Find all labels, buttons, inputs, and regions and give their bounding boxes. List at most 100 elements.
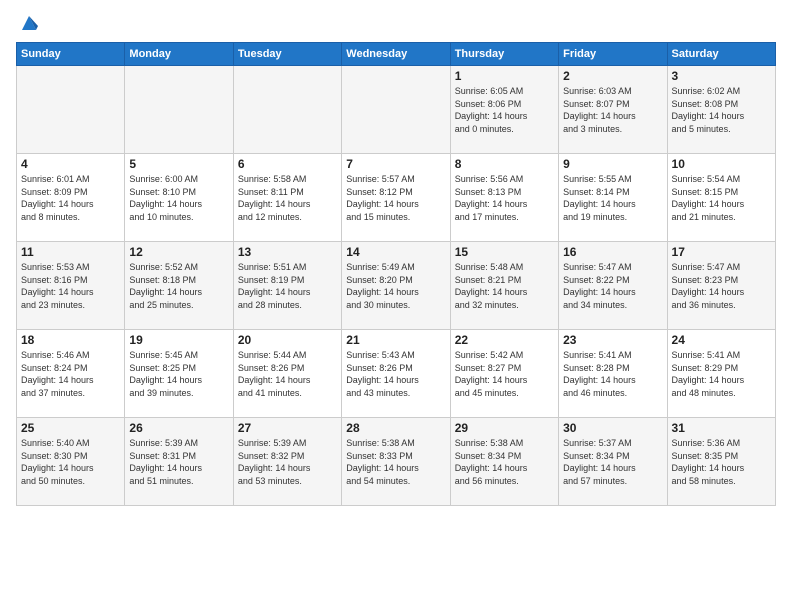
day-info: Sunrise: 5:48 AM Sunset: 8:21 PM Dayligh… xyxy=(455,261,554,311)
day-info: Sunrise: 5:38 AM Sunset: 8:33 PM Dayligh… xyxy=(346,437,445,487)
calendar-week-row: 18 Sunrise: 5:46 AM Sunset: 8:24 PM Dayli… xyxy=(17,330,776,418)
day-number: 1 xyxy=(455,69,554,83)
day-info: Sunrise: 5:44 AM Sunset: 8:26 PM Dayligh… xyxy=(238,349,337,399)
day-number: 7 xyxy=(346,157,445,171)
table-row: 13 Sunrise: 5:51 AM Sunset: 8:19 PM Dayli… xyxy=(233,242,341,330)
day-number: 24 xyxy=(672,333,771,347)
table-row: 5 Sunrise: 6:00 AM Sunset: 8:10 PM Daylig… xyxy=(125,154,233,242)
table-row: 8Sunrise: 5:56 AM Sunset: 8:13 PM Daylig… xyxy=(450,154,558,242)
day-info: Sunrise: 5:55 AM Sunset: 8:14 PM Dayligh… xyxy=(563,173,662,223)
table-row: 24 Sunrise: 5:41 AM Sunset: 8:29 PM Dayli… xyxy=(667,330,775,418)
day-number: 10 xyxy=(672,157,771,171)
table-row: 23 Sunrise: 5:41 AM Sunset: 8:28 PM Dayli… xyxy=(559,330,667,418)
day-number: 4 xyxy=(21,157,120,171)
day-info: Sunrise: 5:43 AM Sunset: 8:26 PM Dayligh… xyxy=(346,349,445,399)
day-info: Sunrise: 5:49 AM Sunset: 8:20 PM Dayligh… xyxy=(346,261,445,311)
day-number: 5 xyxy=(129,157,228,171)
table-row: 14 Sunrise: 5:49 AM Sunset: 8:20 PM Dayli… xyxy=(342,242,450,330)
page: Sunday Monday Tuesday Wednesday Thursday… xyxy=(0,0,792,612)
day-info: Sunrise: 5:45 AM Sunset: 8:25 PM Dayligh… xyxy=(129,349,228,399)
day-number: 17 xyxy=(672,245,771,259)
table-row: 28 Sunrise: 5:38 AM Sunset: 8:33 PM Dayli… xyxy=(342,418,450,506)
day-number: 21 xyxy=(346,333,445,347)
logo-icon xyxy=(18,12,40,34)
day-info: Sunrise: 5:51 AM Sunset: 8:19 PM Dayligh… xyxy=(238,261,337,311)
day-number: 8 xyxy=(455,157,554,171)
day-number: 11 xyxy=(21,245,120,259)
day-number: 14 xyxy=(346,245,445,259)
table-row: 2 Sunrise: 6:03 AM Sunset: 8:07 PM Daylig… xyxy=(559,66,667,154)
table-row: 15 Sunrise: 5:48 AM Sunset: 8:21 PM Dayli… xyxy=(450,242,558,330)
col-monday: Monday xyxy=(125,43,233,66)
col-tuesday: Tuesday xyxy=(233,43,341,66)
table-row: 27 Sunrise: 5:39 AM Sunset: 8:32 PM Dayli… xyxy=(233,418,341,506)
day-info: Sunrise: 5:41 AM Sunset: 8:29 PM Dayligh… xyxy=(672,349,771,399)
col-friday: Friday xyxy=(559,43,667,66)
day-info: Sunrise: 6:01 AM Sunset: 8:09 PM Dayligh… xyxy=(21,173,120,223)
day-number: 13 xyxy=(238,245,337,259)
calendar-table: Sunday Monday Tuesday Wednesday Thursday… xyxy=(16,42,776,506)
day-info: Sunrise: 5:46 AM Sunset: 8:24 PM Dayligh… xyxy=(21,349,120,399)
day-info: Sunrise: 5:40 AM Sunset: 8:30 PM Dayligh… xyxy=(21,437,120,487)
calendar-week-row: 1 Sunrise: 6:05 AM Sunset: 8:06 PM Daylig… xyxy=(17,66,776,154)
calendar-week-row: 4 Sunrise: 6:01 AM Sunset: 8:09 PM Daylig… xyxy=(17,154,776,242)
day-number: 19 xyxy=(129,333,228,347)
day-info: Sunrise: 5:36 AM Sunset: 8:35 PM Dayligh… xyxy=(672,437,771,487)
logo xyxy=(16,12,40,34)
table-row: 10 Sunrise: 5:54 AM Sunset: 8:15 PM Dayli… xyxy=(667,154,775,242)
table-row: 22 Sunrise: 5:42 AM Sunset: 8:27 PM Dayli… xyxy=(450,330,558,418)
day-number: 12 xyxy=(129,245,228,259)
col-sunday: Sunday xyxy=(17,43,125,66)
table-row: 18 Sunrise: 5:46 AM Sunset: 8:24 PM Dayli… xyxy=(17,330,125,418)
day-number: 25 xyxy=(21,421,120,435)
day-info: Sunrise: 5:39 AM Sunset: 8:32 PM Dayligh… xyxy=(238,437,337,487)
day-info: Sunrise: 6:02 AM Sunset: 8:08 PM Dayligh… xyxy=(672,85,771,135)
table-row: 21 Sunrise: 5:43 AM Sunset: 8:26 PM Dayli… xyxy=(342,330,450,418)
table-row: 9 Sunrise: 5:55 AM Sunset: 8:14 PM Daylig… xyxy=(559,154,667,242)
table-row xyxy=(125,66,233,154)
calendar-week-row: 11Sunrise: 5:53 AM Sunset: 8:16 PM Dayli… xyxy=(17,242,776,330)
day-number: 28 xyxy=(346,421,445,435)
day-info: Sunrise: 5:52 AM Sunset: 8:18 PM Dayligh… xyxy=(129,261,228,311)
day-number: 26 xyxy=(129,421,228,435)
day-number: 22 xyxy=(455,333,554,347)
table-row: 1 Sunrise: 6:05 AM Sunset: 8:06 PM Daylig… xyxy=(450,66,558,154)
header xyxy=(16,12,776,34)
table-row: 29Sunrise: 5:38 AM Sunset: 8:34 PM Dayli… xyxy=(450,418,558,506)
day-info: Sunrise: 5:39 AM Sunset: 8:31 PM Dayligh… xyxy=(129,437,228,487)
calendar-header-row: Sunday Monday Tuesday Wednesday Thursday… xyxy=(17,43,776,66)
day-info: Sunrise: 5:54 AM Sunset: 8:15 PM Dayligh… xyxy=(672,173,771,223)
day-number: 23 xyxy=(563,333,662,347)
day-info: Sunrise: 5:47 AM Sunset: 8:22 PM Dayligh… xyxy=(563,261,662,311)
day-info: Sunrise: 5:38 AM Sunset: 8:34 PM Dayligh… xyxy=(455,437,554,487)
col-wednesday: Wednesday xyxy=(342,43,450,66)
day-info: Sunrise: 6:00 AM Sunset: 8:10 PM Dayligh… xyxy=(129,173,228,223)
table-row: 19 Sunrise: 5:45 AM Sunset: 8:25 PM Dayli… xyxy=(125,330,233,418)
col-saturday: Saturday xyxy=(667,43,775,66)
day-number: 27 xyxy=(238,421,337,435)
table-row: 11Sunrise: 5:53 AM Sunset: 8:16 PM Dayli… xyxy=(17,242,125,330)
day-number: 2 xyxy=(563,69,662,83)
table-row xyxy=(342,66,450,154)
day-info: Sunrise: 5:42 AM Sunset: 8:27 PM Dayligh… xyxy=(455,349,554,399)
day-info: Sunrise: 5:37 AM Sunset: 8:34 PM Dayligh… xyxy=(563,437,662,487)
col-thursday: Thursday xyxy=(450,43,558,66)
day-number: 9 xyxy=(563,157,662,171)
table-row: 7Sunrise: 5:57 AM Sunset: 8:12 PM Daylig… xyxy=(342,154,450,242)
table-row xyxy=(17,66,125,154)
day-number: 18 xyxy=(21,333,120,347)
day-info: Sunrise: 6:03 AM Sunset: 8:07 PM Dayligh… xyxy=(563,85,662,135)
day-number: 3 xyxy=(672,69,771,83)
table-row: 30Sunrise: 5:37 AM Sunset: 8:34 PM Dayli… xyxy=(559,418,667,506)
table-row: 6 Sunrise: 5:58 AM Sunset: 8:11 PM Daylig… xyxy=(233,154,341,242)
day-number: 15 xyxy=(455,245,554,259)
day-info: Sunrise: 5:41 AM Sunset: 8:28 PM Dayligh… xyxy=(563,349,662,399)
day-number: 6 xyxy=(238,157,337,171)
table-row: 20 Sunrise: 5:44 AM Sunset: 8:26 PM Dayli… xyxy=(233,330,341,418)
day-number: 20 xyxy=(238,333,337,347)
day-info: Sunrise: 6:05 AM Sunset: 8:06 PM Dayligh… xyxy=(455,85,554,135)
day-number: 31 xyxy=(672,421,771,435)
day-info: Sunrise: 5:58 AM Sunset: 8:11 PM Dayligh… xyxy=(238,173,337,223)
table-row: 12 Sunrise: 5:52 AM Sunset: 8:18 PM Dayli… xyxy=(125,242,233,330)
table-row: 26 Sunrise: 5:39 AM Sunset: 8:31 PM Dayli… xyxy=(125,418,233,506)
